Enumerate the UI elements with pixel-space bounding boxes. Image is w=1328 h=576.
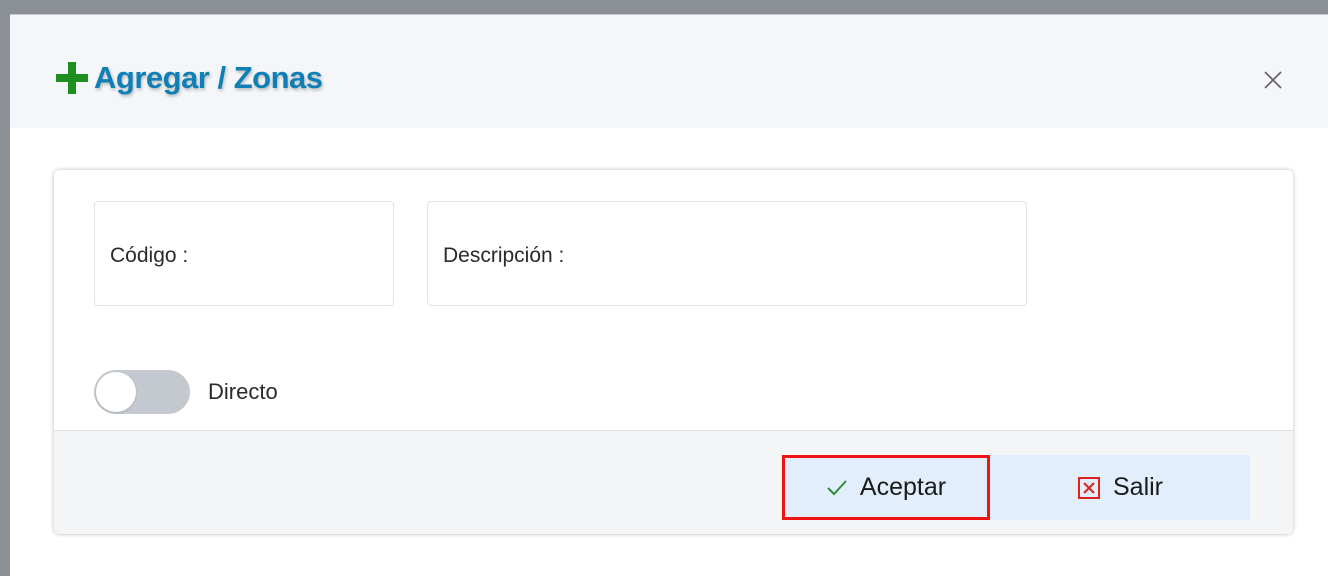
exit-button-label: Salir	[1112, 473, 1163, 501]
accept-button-label: Aceptar	[859, 473, 947, 501]
close-icon	[1263, 70, 1283, 90]
toggle-knob	[96, 372, 136, 412]
codigo-input[interactable]	[95, 202, 397, 307]
plus-icon	[52, 58, 92, 98]
exit-button[interactable]: Salir	[990, 455, 1250, 520]
close-button[interactable]	[1260, 67, 1286, 93]
modal-title-text: Agregar / Zonas	[94, 60, 323, 95]
directo-toggle[interactable]	[94, 370, 190, 414]
form-card: Código : Descripción : Directo Aceptar S…	[54, 170, 1293, 534]
codigo-field[interactable]: Código :	[94, 201, 397, 307]
card-footer: Aceptar Salir	[54, 430, 1293, 534]
directo-label: Directo	[208, 379, 278, 404]
close-square-icon	[1077, 476, 1101, 500]
accept-button[interactable]: Aceptar	[782, 455, 990, 520]
add-zone-modal: Agregar / Zonas Código : Descripción : D	[10, 14, 1328, 576]
descripcion-input[interactable]	[428, 202, 1030, 307]
modal-header: Agregar / Zonas	[10, 15, 1328, 128]
descripcion-field[interactable]: Descripción :	[427, 201, 1030, 307]
directo-toggle-row: Directo	[94, 370, 278, 414]
modal-title: Agregar / Zonas	[52, 58, 323, 98]
check-icon	[826, 479, 848, 497]
